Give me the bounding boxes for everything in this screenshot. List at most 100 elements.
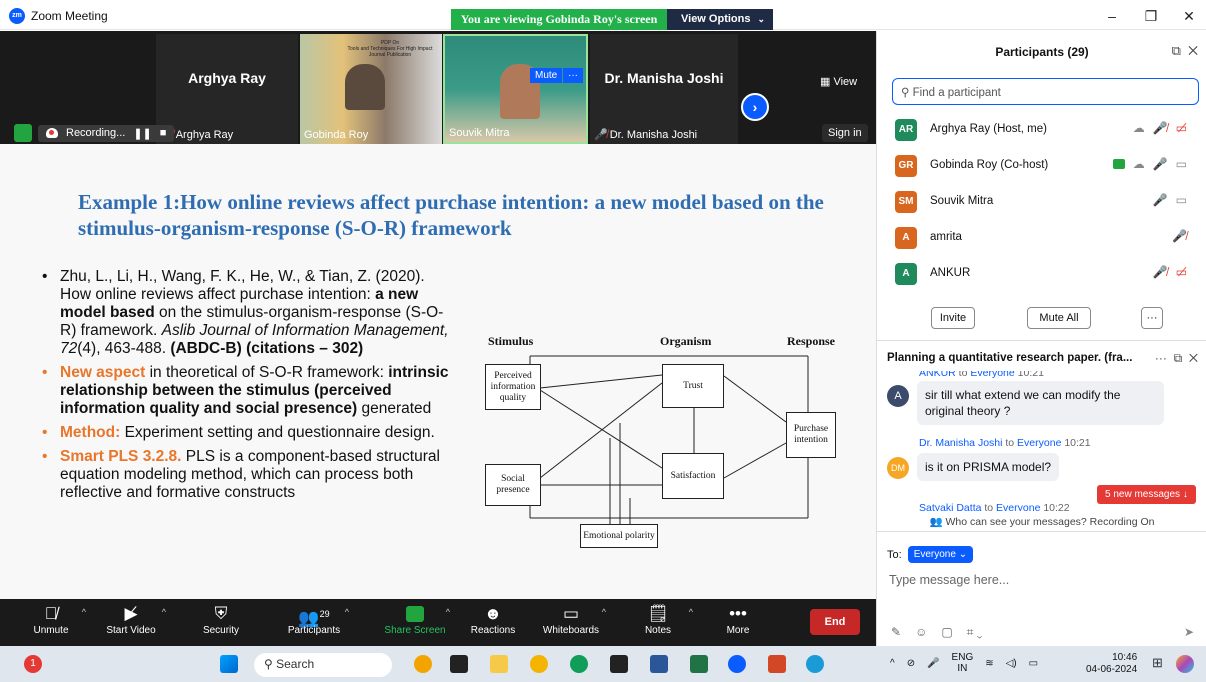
mic-muted-icon[interactable]: 🎤̸ [1153,265,1168,279]
recipient-select[interactable]: Everyone ⌄ [907,546,974,563]
notifications-icon[interactable]: ⊞ [1152,655,1170,673]
battery-icon[interactable]: ▭ [1029,658,1038,669]
weather-icon[interactable] [414,655,432,673]
excel-icon[interactable] [690,655,708,673]
message-input[interactable]: Type message here... [889,573,1009,587]
emoji-icon[interactable]: ☺ [915,625,927,640]
sticky-notes-icon[interactable] [610,655,628,673]
video-tile-souvik[interactable]: Souvik Mitra [443,34,588,144]
mute-participant-button[interactable]: Mute [530,68,563,83]
tile-big-name: Dr. Manisha Joshi [604,70,724,86]
participants-button[interactable]: 👥29 ^ Participants [275,603,353,636]
divider [877,340,1206,341]
mic-muted-icon[interactable]: 🎤̸ [1153,121,1168,135]
chevron-up-icon[interactable]: ^ [689,607,693,617]
zoom-logo-icon: zm [9,8,25,24]
avatar: DM [887,457,909,479]
zoom-icon[interactable] [728,655,746,673]
next-page-button[interactable]: › [741,93,769,121]
close-icon[interactable]: ✕ [1189,351,1198,365]
zoom-window: zm Zoom Meeting You are viewing Gobinda … [0,0,1206,682]
participant-row[interactable]: A amrita 🎤̸ [877,219,1206,255]
popout-icon[interactable]: ⧉ [1174,351,1183,365]
participant-row[interactable]: A ANKUR 🎤̸ ▭̸ [877,255,1206,291]
clock[interactable]: 10:46 04-06-2024 [1086,652,1137,676]
participant-row[interactable]: GR Gobinda Roy (Co-host) ☁ 🎤 ▭ [877,147,1206,183]
whiteboards-button[interactable]: ▭ ^ Whiteboards [532,603,610,636]
pause-icon[interactable]: ❚❚ [133,127,151,140]
more-icon[interactable]: ··· [1155,351,1167,365]
powerpoint-icon[interactable] [768,655,786,673]
stop-icon[interactable]: ■ [160,127,167,139]
video-tile-gobinda[interactable]: PDP On Tools and Techniques For High Impa… [300,34,442,144]
mic-muted-icon[interactable]: 🎤̸ [1172,229,1187,243]
tile-name: Gobinda Roy [304,129,369,141]
reactions-button[interactable]: ☻ Reactions [454,603,532,636]
file-explorer-icon[interactable] [490,655,508,673]
unmute-button[interactable]: 🎙̸ ^ Unmute [12,603,90,636]
copilot-icon[interactable] [1176,655,1194,673]
language-indicator[interactable]: ENG IN [952,652,974,674]
notes-button[interactable]: 🗒 ^ Notes [619,603,697,636]
view-options-button[interactable]: View Options ⌄ [667,9,773,30]
chevron-up-icon[interactable]: ^ [82,607,86,617]
shield-icon: ⛨ [214,604,228,623]
mic-icon[interactable]: 🎤 [1153,193,1168,207]
participants-more-button[interactable]: ··· [1141,307,1163,329]
task-view-icon[interactable] [450,655,468,673]
word-icon[interactable] [650,655,668,673]
start-video-button[interactable]: ▶̸ ^ Start Video [92,603,170,636]
close-button[interactable]: ✕ [1174,8,1204,25]
smartpls-icon[interactable] [806,655,824,673]
close-icon[interactable]: ✕ [1188,43,1198,58]
chevron-up-icon[interactable]: ^ [890,658,895,669]
chevron-up-icon[interactable]: ^ [345,607,349,617]
grid-icon: ▦ [820,76,834,88]
share-screen-button[interactable]: ^ Share Screen [376,603,454,636]
sign-in-button[interactable]: Sign in [822,124,868,142]
participant-row[interactable]: AR Arghya Ray (Host, me) ☁ 🎤̸ ▭̸ [877,111,1206,147]
edge-icon[interactable] [570,655,588,673]
wifi-icon[interactable]: ≋ [985,658,993,669]
file-icon[interactable]: ▢ [941,625,952,640]
video-tile-arghya[interactable]: Arghya Ray 🎤̸Arghya Ray [156,34,298,144]
chevron-up-icon[interactable]: ^ [602,607,606,617]
view-button[interactable]: ▦ View [820,75,857,88]
participant-name: amrita [930,231,962,243]
taskbar-search[interactable]: ⚲ Search [254,653,392,677]
more-button[interactable]: ••• More [699,603,777,636]
message-bubble: sir till what extend we can modify the o… [917,381,1164,425]
new-messages-button[interactable]: 5 new messages ↓ [1097,485,1196,504]
notification-app-icon[interactable]: 1 [24,655,42,673]
volume-icon[interactable]: ◁) [1006,658,1017,669]
send-icon[interactable]: ➤ [1184,625,1194,639]
invite-button[interactable]: Invite [931,307,975,329]
mic-icon[interactable]: 🎤 [1153,157,1168,171]
security-shield-icon [14,124,32,142]
message-bubble: is it on PRISMA model? [917,453,1060,481]
chevron-up-icon[interactable]: ^ [162,607,166,617]
format-icon[interactable]: ✎ [891,625,901,640]
end-meeting-button[interactable]: End [810,609,860,635]
participant-more-button[interactable]: ··· [563,68,583,83]
security-button[interactable]: ⛨ Security [182,603,260,636]
bullet-smartpls: Smart PLS 3.2.8. PLS is a component-base… [38,448,458,502]
recording-indicator[interactable]: Recording... ❚❚ ■ [38,124,175,142]
restore-button[interactable]: ❐ [1136,8,1166,25]
mic-muted-icon: 🎙̸ [44,604,58,623]
popout-icon[interactable]: ⧉ [1172,43,1181,58]
box-purchase-intention: Purchase intention [786,412,836,458]
person-figure [345,64,385,110]
chrome-icon[interactable] [530,655,548,673]
participant-search-input[interactable]: ⚲ Find a participant [892,78,1199,105]
mute-all-button[interactable]: Mute All [1027,307,1091,329]
who-can-see-link[interactable]: 👥 Who can see your messages? Recording O… [877,515,1206,528]
chevron-up-icon[interactable]: ^ [446,607,450,617]
windows-start-icon[interactable] [220,655,238,673]
participant-row[interactable]: SM Souvik Mitra 🎤 ▭ [877,183,1206,219]
minimize-button[interactable]: – [1097,8,1127,24]
video-tile-manisha[interactable]: Dr. Manisha Joshi 🎤̸ Dr. Manisha Joshi [590,34,738,144]
screenshot-icon[interactable]: ⌗ ⌄ [967,625,983,640]
network-off-icon[interactable]: ⊘ [907,658,915,669]
mic-icon[interactable]: 🎤 [927,658,939,669]
